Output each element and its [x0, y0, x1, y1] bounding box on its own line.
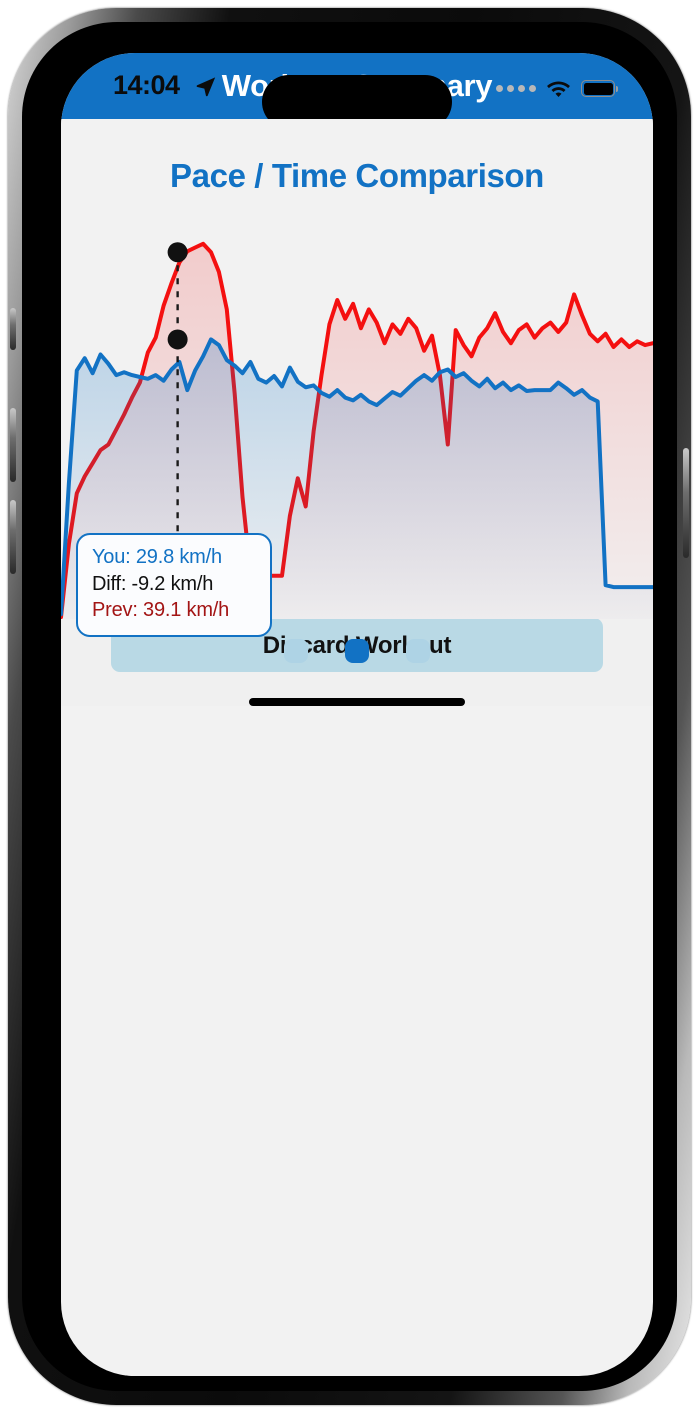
- location-arrow-icon: [196, 77, 216, 97]
- tooltip-prev-value: Prev: 39.1 km/h: [92, 599, 230, 622]
- screenshot-stage: 14:04 Pace / Time Comparison You: 29.8 k…: [0, 0, 699, 1413]
- action-button[interactable]: [10, 308, 16, 350]
- tooltip-you-value: You: 29.8 km/h: [92, 546, 222, 568]
- page-dot-3[interactable]: [406, 639, 430, 663]
- status-bar-time: 14:04: [113, 70, 180, 100]
- battery-full-icon: [581, 80, 618, 97]
- volume-up-button[interactable]: [10, 408, 16, 482]
- chart-tooltip: You: 29.8 km/h Diff: -9.2 km/h Prev: 39.…: [76, 533, 272, 637]
- phone-screen: 14:04 Pace / Time Comparison You: 29.8 k…: [61, 53, 653, 1376]
- cellular-dots-icon: [496, 85, 536, 92]
- tooltip-diff-value: Diff: -9.2 km/h: [92, 572, 214, 595]
- wifi-icon: [547, 81, 570, 98]
- page-dot-2-active[interactable]: [345, 639, 369, 663]
- page-dot-1[interactable]: [284, 639, 308, 663]
- page-indicator-dots[interactable]: [61, 639, 653, 663]
- page-title: Pace / Time Comparison: [170, 157, 544, 194]
- chart-page[interactable]: Pace / Time Comparison You: 29.8 km/h Di…: [61, 119, 653, 663]
- status-bar: 14:04: [61, 53, 653, 129]
- home-indicator[interactable]: [249, 698, 465, 706]
- phone-device-frame: 14:04 Pace / Time Comparison You: 29.8 k…: [8, 8, 691, 1405]
- volume-down-button[interactable]: [10, 500, 16, 574]
- power-button[interactable]: [683, 448, 689, 558]
- status-bar-indicators: [496, 79, 618, 98]
